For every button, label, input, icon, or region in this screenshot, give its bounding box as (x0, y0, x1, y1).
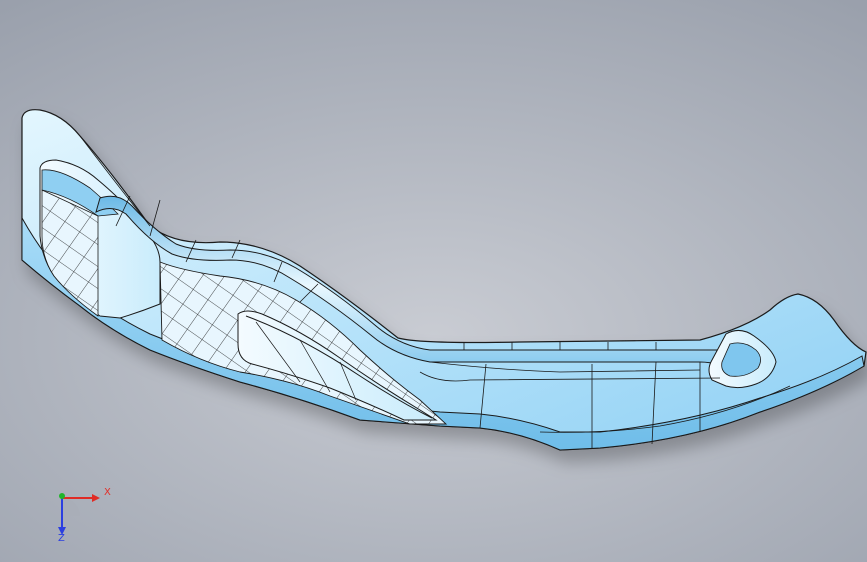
x-axis-label: X (104, 487, 111, 498)
y-axis-dot (59, 493, 65, 499)
x-axis-arrow (92, 494, 100, 502)
z-axis-label: Z (58, 533, 65, 544)
graphics-viewport[interactable]: X Z (0, 0, 867, 562)
cad-part-model[interactable] (0, 0, 867, 562)
coordinate-triad: X Z (40, 478, 120, 548)
